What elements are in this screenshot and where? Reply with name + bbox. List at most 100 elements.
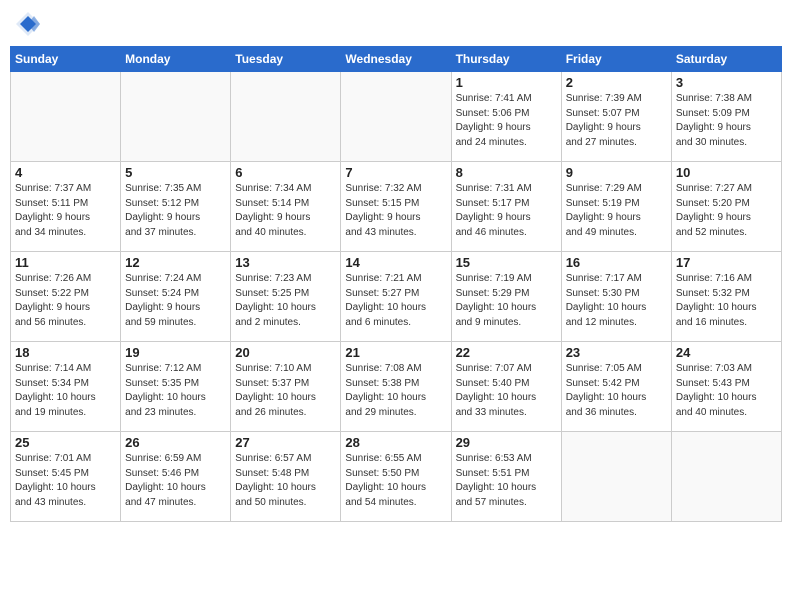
day-number: 9 [566, 165, 667, 180]
day-number: 15 [456, 255, 557, 270]
calendar-cell: 7 Sunrise: 7:32 AM Sunset: 5:15 PM Daylig… [341, 162, 451, 252]
day-number: 29 [456, 435, 557, 450]
day-info: Sunrise: 7:39 AM Sunset: 5:07 PM Dayligh… [566, 92, 667, 150]
day-info: Sunrise: 7:32 AM Sunset: 5:15 PM Dayligh… [345, 182, 446, 240]
calendar-cell: 4 Sunrise: 7:37 AM Sunset: 5:11 PM Daylig… [11, 162, 121, 252]
day-info: Sunrise: 7:38 AM Sunset: 5:09 PM Dayligh… [676, 92, 777, 150]
calendar-cell: 27 Sunrise: 6:57 AM Sunset: 5:48 PM Dayli… [231, 432, 341, 522]
calendar-cell: 9 Sunrise: 7:29 AM Sunset: 5:19 PM Daylig… [561, 162, 671, 252]
calendar-cell [671, 432, 781, 522]
weekday-header-row: SundayMondayTuesdayWednesdayThursdayFrid… [11, 47, 782, 72]
calendar-cell: 6 Sunrise: 7:34 AM Sunset: 5:14 PM Daylig… [231, 162, 341, 252]
day-number: 24 [676, 345, 777, 360]
day-number: 2 [566, 75, 667, 90]
day-number: 17 [676, 255, 777, 270]
weekday-header-monday: Monday [121, 47, 231, 72]
calendar-cell: 5 Sunrise: 7:35 AM Sunset: 5:12 PM Daylig… [121, 162, 231, 252]
day-info: Sunrise: 7:34 AM Sunset: 5:14 PM Dayligh… [235, 182, 336, 240]
day-info: Sunrise: 7:21 AM Sunset: 5:27 PM Dayligh… [345, 272, 446, 330]
calendar-cell: 21 Sunrise: 7:08 AM Sunset: 5:38 PM Dayli… [341, 342, 451, 432]
calendar-cell: 8Sunrise: 7:31 AM Sunset: 5:17 PM Daylig… [451, 162, 561, 252]
day-info: Sunrise: 6:53 AM Sunset: 5:51 PM Dayligh… [456, 452, 557, 510]
weekday-header-thursday: Thursday [451, 47, 561, 72]
calendar-cell: 13Sunrise: 7:23 AM Sunset: 5:25 PM Dayli… [231, 252, 341, 342]
day-info: Sunrise: 7:24 AM Sunset: 5:24 PM Dayligh… [125, 272, 226, 330]
day-number: 4 [15, 165, 116, 180]
page-header [10, 10, 782, 38]
week-row-1: 1 Sunrise: 7:41 AM Sunset: 5:06 PM Daylig… [11, 72, 782, 162]
weekday-header-friday: Friday [561, 47, 671, 72]
day-info: Sunrise: 7:35 AM Sunset: 5:12 PM Dayligh… [125, 182, 226, 240]
day-info: Sunrise: 7:26 AM Sunset: 5:22 PM Dayligh… [15, 272, 116, 330]
calendar-cell [231, 72, 341, 162]
day-info: Sunrise: 7:03 AM Sunset: 5:43 PM Dayligh… [676, 362, 777, 420]
calendar-cell: 11 Sunrise: 7:26 AM Sunset: 5:22 PM Dayli… [11, 252, 121, 342]
day-number: 20 [235, 345, 336, 360]
day-number: 5 [125, 165, 226, 180]
calendar-cell: 3 Sunrise: 7:38 AM Sunset: 5:09 PM Daylig… [671, 72, 781, 162]
day-number: 11 [15, 255, 116, 270]
calendar-cell: 26 Sunrise: 6:59 AM Sunset: 5:46 PM Dayli… [121, 432, 231, 522]
day-number: 10 [676, 165, 777, 180]
day-info: Sunrise: 7:10 AM Sunset: 5:37 PM Dayligh… [235, 362, 336, 420]
day-info: Sunrise: 7:27 AM Sunset: 5:20 PM Dayligh… [676, 182, 777, 240]
day-info: Sunrise: 7:37 AM Sunset: 5:11 PM Dayligh… [15, 182, 116, 240]
calendar-cell: 19Sunrise: 7:12 AM Sunset: 5:35 PM Dayli… [121, 342, 231, 432]
calendar-cell: 1 Sunrise: 7:41 AM Sunset: 5:06 PM Daylig… [451, 72, 561, 162]
calendar-cell: 23 Sunrise: 7:05 AM Sunset: 5:42 PM Dayli… [561, 342, 671, 432]
week-row-4: 18 Sunrise: 7:14 AM Sunset: 5:34 PM Dayli… [11, 342, 782, 432]
day-info: Sunrise: 7:01 AM Sunset: 5:45 PM Dayligh… [15, 452, 116, 510]
calendar-cell [121, 72, 231, 162]
calendar-cell: 10 Sunrise: 7:27 AM Sunset: 5:20 PM Dayli… [671, 162, 781, 252]
calendar-cell: 28 Sunrise: 6:55 AM Sunset: 5:50 PM Dayli… [341, 432, 451, 522]
day-info: Sunrise: 6:55 AM Sunset: 5:50 PM Dayligh… [345, 452, 446, 510]
calendar-cell [561, 432, 671, 522]
day-number: 27 [235, 435, 336, 450]
calendar-cell: 14 Sunrise: 7:21 AM Sunset: 5:27 PM Dayli… [341, 252, 451, 342]
day-info: Sunrise: 6:59 AM Sunset: 5:46 PM Dayligh… [125, 452, 226, 510]
calendar-cell [341, 72, 451, 162]
day-info: Sunrise: 6:57 AM Sunset: 5:48 PM Dayligh… [235, 452, 336, 510]
day-info: Sunrise: 7:16 AM Sunset: 5:32 PM Dayligh… [676, 272, 777, 330]
weekday-header-wednesday: Wednesday [341, 47, 451, 72]
day-number: 25 [15, 435, 116, 450]
day-info: Sunrise: 7:17 AM Sunset: 5:30 PM Dayligh… [566, 272, 667, 330]
week-row-5: 25 Sunrise: 7:01 AM Sunset: 5:45 PM Dayli… [11, 432, 782, 522]
day-number: 23 [566, 345, 667, 360]
calendar-cell: 16 Sunrise: 7:17 AM Sunset: 5:30 PM Dayli… [561, 252, 671, 342]
day-number: 14 [345, 255, 446, 270]
day-info: Sunrise: 7:31 AM Sunset: 5:17 PM Dayligh… [456, 182, 557, 240]
day-number: 7 [345, 165, 446, 180]
calendar-table: SundayMondayTuesdayWednesdayThursdayFrid… [10, 46, 782, 522]
calendar-cell: 22 Sunrise: 7:07 AM Sunset: 5:40 PM Dayli… [451, 342, 561, 432]
day-number: 28 [345, 435, 446, 450]
logo-icon [14, 10, 42, 38]
day-info: Sunrise: 7:12 AM Sunset: 5:35 PM Dayligh… [125, 362, 226, 420]
day-info: Sunrise: 7:08 AM Sunset: 5:38 PM Dayligh… [345, 362, 446, 420]
day-number: 16 [566, 255, 667, 270]
day-number: 26 [125, 435, 226, 450]
day-info: Sunrise: 7:05 AM Sunset: 5:42 PM Dayligh… [566, 362, 667, 420]
day-number: 3 [676, 75, 777, 90]
day-number: 6 [235, 165, 336, 180]
day-number: 22 [456, 345, 557, 360]
week-row-2: 4 Sunrise: 7:37 AM Sunset: 5:11 PM Daylig… [11, 162, 782, 252]
day-info: Sunrise: 7:07 AM Sunset: 5:40 PM Dayligh… [456, 362, 557, 420]
calendar-cell: 12 Sunrise: 7:24 AM Sunset: 5:24 PM Dayli… [121, 252, 231, 342]
week-row-3: 11 Sunrise: 7:26 AM Sunset: 5:22 PM Dayli… [11, 252, 782, 342]
calendar-cell: 17 Sunrise: 7:16 AM Sunset: 5:32 PM Dayli… [671, 252, 781, 342]
day-info: Sunrise: 7:14 AM Sunset: 5:34 PM Dayligh… [15, 362, 116, 420]
day-info: Sunrise: 7:41 AM Sunset: 5:06 PM Dayligh… [456, 92, 557, 150]
day-number: 18 [15, 345, 116, 360]
day-number: 12 [125, 255, 226, 270]
weekday-header-tuesday: Tuesday [231, 47, 341, 72]
day-number: 1 [456, 75, 557, 90]
day-info: Sunrise: 7:19 AM Sunset: 5:29 PM Dayligh… [456, 272, 557, 330]
calendar-cell: 2 Sunrise: 7:39 AM Sunset: 5:07 PM Daylig… [561, 72, 671, 162]
day-info: Sunrise: 7:29 AM Sunset: 5:19 PM Dayligh… [566, 182, 667, 240]
day-number: 21 [345, 345, 446, 360]
calendar-cell: 24 Sunrise: 7:03 AM Sunset: 5:43 PM Dayli… [671, 342, 781, 432]
weekday-header-sunday: Sunday [11, 47, 121, 72]
calendar-cell: 25 Sunrise: 7:01 AM Sunset: 5:45 PM Dayli… [11, 432, 121, 522]
logo [14, 10, 44, 38]
